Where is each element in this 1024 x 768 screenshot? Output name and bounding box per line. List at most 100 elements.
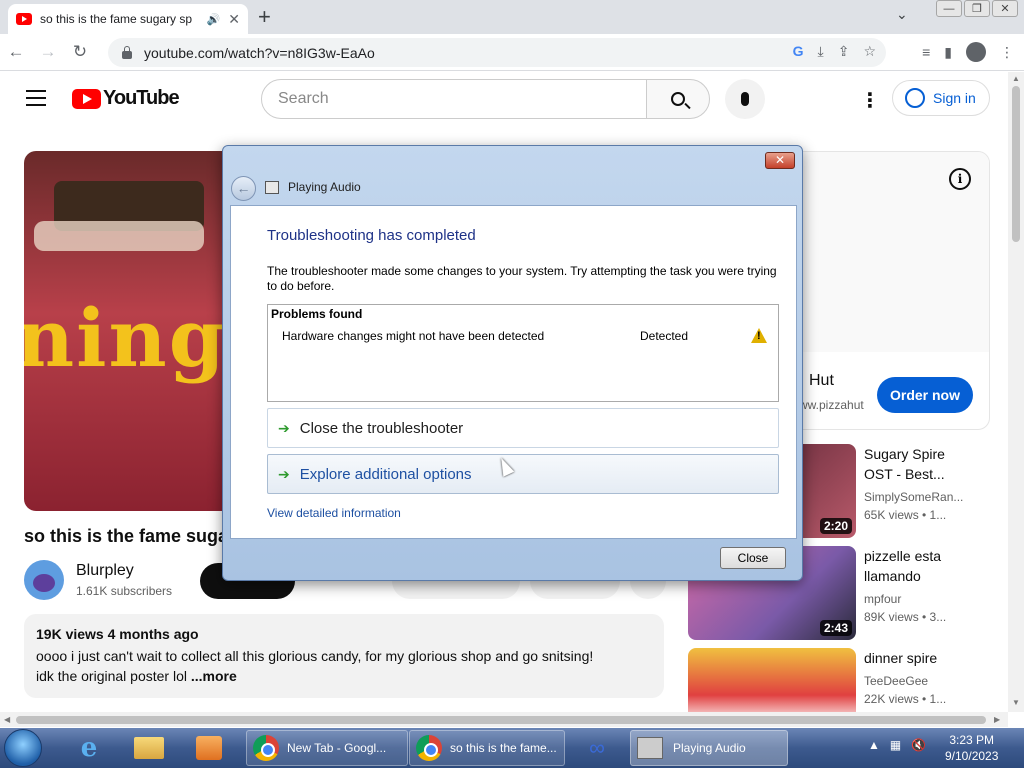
browser-tab-active[interactable]: so this is the fame sugary sp 🔊 ✕ <box>8 4 248 34</box>
voice-search-button[interactable] <box>725 79 765 119</box>
network-icon[interactable]: ▦ <box>890 738 901 752</box>
ad-card[interactable]: i Hut ww.pizzahut Order now <box>778 151 990 430</box>
scroll-left-icon[interactable]: ◀ <box>4 715 10 724</box>
hamburger-menu-icon[interactable] <box>26 90 46 111</box>
taskbar-chrome-new-tab[interactable]: New Tab - Googl... <box>246 730 408 766</box>
youtube-header: YouTube Search ⋮ Sign in <box>0 72 1008 128</box>
sign-in-label: Sign in <box>933 90 976 106</box>
tab-search-chevron-icon[interactable]: ⌄ <box>896 6 908 23</box>
clock-time: 3:23 PM <box>949 733 995 747</box>
close-button[interactable]: Close <box>720 547 786 569</box>
horizontal-scroll-thumb[interactable] <box>16 716 986 724</box>
green-arrow-icon: ➔ <box>278 419 290 436</box>
browser-toolbar: ← → ↻ youtube.com/watch?v=n8IG3w-EaAo G … <box>0 34 1024 71</box>
internet-explorer-icon[interactable]: e <box>68 732 110 764</box>
ad-name: Hut <box>809 372 834 389</box>
horizontal-scrollbar[interactable]: ◀ ▶ <box>0 712 1008 727</box>
windows-taskbar: e New Tab - Googl... so this is the fame… <box>0 728 1024 768</box>
infinity-app-icon[interactable]: ∞ <box>576 732 618 764</box>
info-icon[interactable]: i <box>949 168 971 190</box>
taskbar-chrome-youtube[interactable]: so this is the fame... <box>409 730 565 766</box>
video-frame-detail <box>34 221 204 251</box>
address-bar[interactable]: youtube.com/watch?v=n8IG3w-EaAo G ⤓ ⇪ ☆ <box>108 38 886 67</box>
clock-date: 9/10/2023 <box>945 749 999 763</box>
show-hidden-icons-icon[interactable]: ▲ <box>868 738 880 752</box>
chrome-icon <box>253 735 279 761</box>
description-line: oooo i just can't wait to collect all th… <box>36 648 594 664</box>
profile-avatar-icon[interactable] <box>966 42 986 62</box>
system-clock[interactable]: 3:23 PM 9/10/2023 <box>945 732 998 764</box>
settings-menu-icon[interactable]: ⋮ <box>860 88 880 113</box>
volume-muted-icon[interactable]: 🔇 <box>911 738 926 752</box>
dialog-title: Playing Audio <box>288 180 361 194</box>
media-player-icon[interactable] <box>188 732 230 764</box>
google-translate-icon[interactable]: G <box>793 43 804 60</box>
vertical-scroll-thumb[interactable] <box>1012 86 1020 242</box>
recommendation-views: 89K views • 3... <box>864 610 947 624</box>
video-description[interactable]: 19K views 4 months ago oooo i just can't… <box>24 614 664 698</box>
search-icon <box>671 92 685 106</box>
channel-name[interactable]: Blurpley <box>76 562 134 580</box>
restore-icon[interactable]: ❐ <box>964 0 990 17</box>
close-troubleshooter-option[interactable]: ➔ Close the troubleshooter <box>267 408 779 448</box>
troubleshooter-app-icon <box>265 181 279 194</box>
window-controls: — ❐ ✕ <box>936 0 1018 17</box>
back-icon[interactable]: ← <box>0 42 32 62</box>
dialog-close-icon[interactable]: ✕ <box>765 152 795 169</box>
recommendation-item[interactable]: dinner spire TeeDeeGee 22K views • 1... <box>688 648 1008 712</box>
forward-icon[interactable]: → <box>32 42 64 62</box>
show-more-link[interactable]: ...more <box>191 668 237 684</box>
vertical-scrollbar[interactable]: ▲ ▼ <box>1008 72 1024 712</box>
ad-url: ww.pizzahut <box>799 398 864 412</box>
audio-playing-icon[interactable]: 🔊 <box>207 13 221 26</box>
file-explorer-icon[interactable] <box>128 732 170 764</box>
explore-options-option[interactable]: ➔ Explore additional options <box>267 454 779 494</box>
scroll-right-icon[interactable]: ▶ <box>994 715 1000 724</box>
scroll-up-icon[interactable]: ▲ <box>1012 74 1020 83</box>
problem-name: Hardware changes might not have been det… <box>282 329 545 343</box>
start-button[interactable] <box>4 729 42 767</box>
omnibox-icons: G ⤓ ⇪ ☆ <box>793 43 876 60</box>
recommendation-channel: mpfour <box>864 592 902 606</box>
system-tray: ▲ ▦ 🔇 <box>868 738 926 752</box>
video-overlay-text: nings <box>24 291 234 385</box>
video-title: so this is the fame sugary spire <box>24 526 224 546</box>
window-close-icon[interactable]: ✕ <box>992 0 1018 17</box>
lock-icon[interactable] <box>122 45 132 59</box>
minimize-icon[interactable]: — <box>936 0 962 17</box>
side-panel-icon[interactable]: ▮ <box>944 44 952 61</box>
recommendation-thumbnail[interactable] <box>688 648 856 712</box>
taskbar-item-label: New Tab - Googl... <box>287 741 387 755</box>
scroll-down-icon[interactable]: ▼ <box>1012 698 1020 707</box>
problem-status: Detected <box>640 329 689 343</box>
bookmark-star-icon[interactable]: ☆ <box>863 43 876 60</box>
media-controls-icon[interactable]: ≡ <box>922 44 930 60</box>
reload-icon[interactable]: ↻ <box>64 42 96 62</box>
taskbar-item-label: Playing Audio <box>673 741 746 755</box>
option-label: Explore additional options <box>299 465 472 483</box>
order-now-button[interactable]: Order now <box>877 377 973 413</box>
search-button[interactable] <box>646 79 710 119</box>
toolbar-right: ≡ ▮ ⋮ <box>922 42 1014 62</box>
chrome-menu-icon[interactable]: ⋮ <box>1000 44 1014 61</box>
search-input[interactable]: Search <box>261 79 647 119</box>
url-text[interactable]: youtube.com/watch?v=n8IG3w-EaAo <box>144 45 375 61</box>
recommendation-title: Sugary Spire OST - Best... <box>864 446 945 482</box>
share-icon[interactable]: ⇪ <box>838 43 850 60</box>
recommendation-title: pizzelle esta llamando <box>864 548 942 584</box>
recommendation-views: 65K views • 1... <box>864 508 947 522</box>
option-label: Close the troubleshooter <box>299 419 464 437</box>
youtube-logo[interactable]: YouTube <box>72 87 180 110</box>
taskbar-playing-audio[interactable]: Playing Audio <box>630 730 788 766</box>
video-player[interactable]: nings <box>24 151 234 511</box>
new-tab-button[interactable]: + <box>258 4 271 30</box>
tab-close-icon[interactable]: ✕ <box>228 11 240 28</box>
problems-header: Problems found <box>271 307 363 321</box>
channel-avatar[interactable] <box>24 560 64 600</box>
green-arrow-icon: ➔ <box>278 465 290 482</box>
install-icon[interactable]: ⤓ <box>818 43 824 60</box>
recommendation-channel: SimplySomeRan... <box>864 490 964 504</box>
sign-in-button[interactable]: Sign in <box>892 80 990 116</box>
back-arrow-icon[interactable]: ← <box>231 176 256 201</box>
view-details-link[interactable]: View detailed information <box>267 506 401 520</box>
